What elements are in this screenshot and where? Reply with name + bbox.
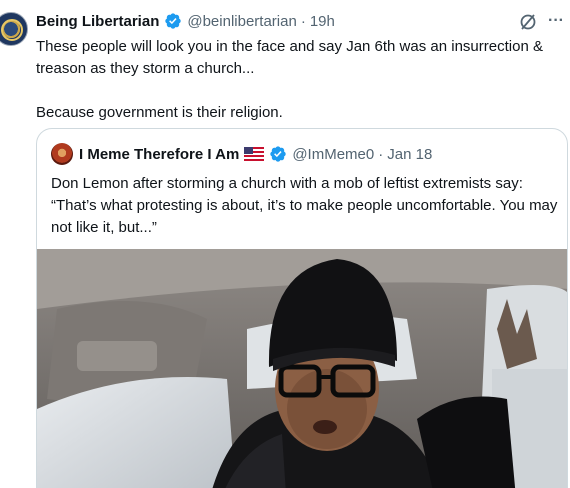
author-name[interactable]: Being Libertarian: [36, 13, 159, 30]
tweet-text-line1: These people will look you in the face a…: [36, 38, 543, 77]
quoted-tweet-date: Jan 18: [387, 145, 433, 163]
author-avatar[interactable]: [0, 12, 28, 46]
grok-icon[interactable]: [518, 12, 538, 32]
quoted-tweet-header: I Meme Therefore I Am @ImMeme0 · Jan 18: [51, 143, 432, 165]
tweet-header: Being Libertarian @beinlibertarian · 19h: [36, 10, 335, 32]
video-frame-image: [37, 249, 567, 488]
tweet-text-line2: Because government is their religion.: [36, 104, 283, 121]
quoted-author-avatar: [51, 143, 73, 165]
us-flag-icon: [244, 147, 265, 161]
separator-dot: ·: [300, 12, 306, 30]
author-handle[interactable]: @beinlibertarian: [187, 13, 296, 30]
more-options-icon[interactable]: ···: [546, 12, 566, 32]
quoted-tweet-video[interactable]: [37, 249, 567, 488]
separator-dot: ·: [378, 145, 384, 163]
quoted-tweet-card[interactable]: I Meme Therefore I Am @ImMeme0 · Jan 18 …: [36, 128, 568, 488]
quoted-author-name: I Meme Therefore I Am: [79, 145, 240, 163]
quoted-tweet-text: Don Lemon after storming a church with a…: [51, 175, 558, 236]
quoted-author-handle: @ImMeme0: [292, 145, 375, 163]
tweet-text: These people will look you in the face a…: [36, 36, 564, 124]
verified-badge-icon: [269, 145, 287, 163]
verified-badge-icon: [164, 12, 182, 30]
tweet-time[interactable]: 19h: [310, 13, 335, 30]
